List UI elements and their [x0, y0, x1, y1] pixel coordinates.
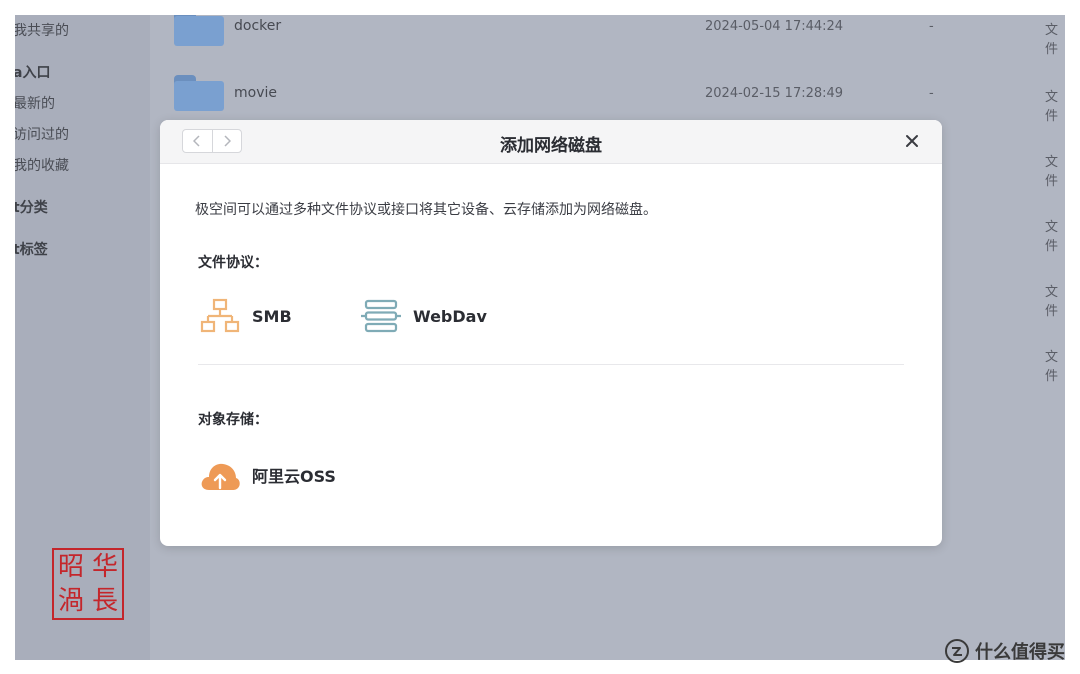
watermark-text: 什么值得买 — [975, 642, 1065, 663]
sidebar-item-recent[interactable]: 最新的 — [15, 93, 55, 113]
stamp-char: 長 — [91, 586, 118, 616]
folder-icon — [174, 75, 224, 111]
sidebar-item-favorites[interactable]: 我的收藏 — [15, 155, 69, 175]
stamp-char: 昭 — [57, 552, 84, 582]
dialog-header: 添加网络磁盘 — [160, 120, 942, 164]
sidebar-section-category: t分类 — [15, 200, 48, 216]
cloud-upload-icon — [198, 455, 242, 495]
webdav-label: WebDav — [413, 306, 487, 326]
file-type: 文件 — [1045, 155, 1059, 189]
file-name: movie — [234, 85, 277, 101]
sidebar-section-entry: a入口 — [15, 65, 51, 81]
stamp-char: 华 — [91, 552, 118, 582]
file-date: 2024-05-04 17:44:24 — [705, 19, 844, 34]
file-type: 文件 — [1045, 23, 1059, 57]
sidebar-item-shared[interactable]: 我共享的 — [15, 20, 69, 40]
file-type: 文件 — [1045, 350, 1059, 384]
sidebar-item-visited[interactable]: 访问过的 — [15, 124, 69, 144]
sidebar-section-tags: t标签 — [15, 242, 48, 258]
server-stack-icon — [359, 296, 403, 336]
file-date: 2024-02-15 17:28:49 — [705, 86, 844, 101]
aliyun-oss-option[interactable]: 阿里云OSS — [198, 455, 336, 495]
dialog-title: 添加网络磁盘 — [500, 136, 602, 156]
smb-option[interactable]: SMB — [198, 296, 292, 336]
add-network-disk-dialog: 添加网络磁盘 极空间可以通过多种文件协议或接口将其它设备、云存储添加为网络磁盘。… — [160, 120, 942, 546]
file-size: - — [929, 86, 934, 101]
watermark: 什么值得买 — [945, 638, 1065, 664]
section-divider — [198, 364, 904, 365]
file-name: docker — [234, 18, 282, 34]
smzdm-logo-icon — [945, 639, 969, 663]
network-tree-icon — [198, 296, 242, 336]
file-type: 文件 — [1045, 285, 1059, 319]
webdav-option[interactable]: WebDav — [359, 296, 487, 336]
dialog-description: 极空间可以通过多种文件协议或接口将其它设备、云存储添加为网络磁盘。 — [195, 202, 657, 218]
file-row[interactable]: docker 2024-05-04 17:44:24 - 文件 — [150, 15, 1065, 70]
stamp-char: 渦 — [57, 586, 84, 616]
file-protocol-section-title: 文件协议： — [198, 255, 268, 271]
seal-stamp: 昭 华 渦 長 — [52, 548, 124, 620]
aliyun-oss-label: 阿里云OSS — [252, 467, 336, 486]
smb-label: SMB — [252, 306, 292, 326]
file-size: - — [929, 19, 934, 34]
close-icon — [906, 135, 918, 147]
folder-icon — [174, 15, 224, 46]
close-button[interactable] — [900, 129, 924, 153]
file-type: 文件 — [1045, 220, 1059, 254]
object-storage-section-title: 对象存储： — [198, 412, 268, 428]
file-type: 文件 — [1045, 90, 1059, 124]
